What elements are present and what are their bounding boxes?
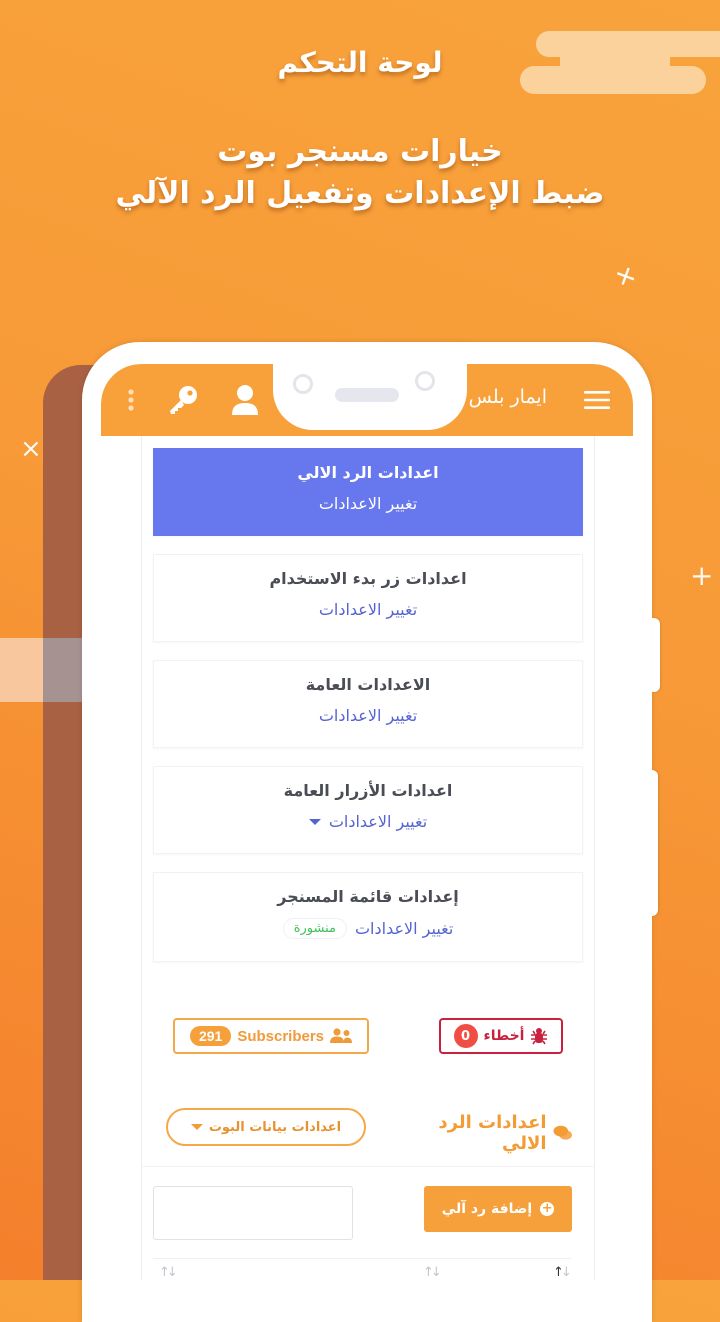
camera-dot	[415, 371, 435, 391]
sparkle-plus-icon: +	[690, 559, 714, 592]
more-options-button[interactable]	[113, 382, 149, 418]
sort-icon[interactable]: ↑↓	[553, 1265, 572, 1280]
phone-screen: ايمار بلس اعدادات الرد الالي تغيير الاعد…	[101, 364, 633, 1280]
sparkle-plus-icon: +	[609, 256, 643, 296]
change-settings-link[interactable]: تغيير الاعدادات منشورة	[154, 918, 582, 939]
search-input[interactable]	[153, 1186, 353, 1240]
card-title: اعدادات زر بدء الاستخدام	[269, 569, 467, 588]
settings-card-auto-reply[interactable]: اعدادات الرد الالي تغيير الاعدادات	[153, 448, 583, 536]
app-title: ايمار بلس	[468, 386, 547, 408]
camera-dot	[293, 374, 313, 394]
change-settings-link[interactable]: تغيير الاعدادات	[154, 494, 582, 513]
errors-button[interactable]: أخطاء 0	[439, 1018, 563, 1054]
promo-subtitle-line2: ضبط الإعدادات وتفعيل الرد الآلي	[115, 176, 605, 211]
caret-down-icon	[190, 1124, 203, 1130]
link-label: تغيير الاعدادات	[318, 600, 418, 619]
sparkle-x-icon: ×	[20, 434, 42, 464]
add-auto-reply-button[interactable]: + إضافة رد آلي	[424, 1186, 572, 1232]
section-title-text: اعدادات الرد الالي	[438, 1112, 547, 1154]
user-icon	[232, 385, 258, 415]
phone-side-button	[652, 618, 660, 692]
settings-card-general[interactable]: الاعدادات العامة تغيير الاعدادات	[153, 660, 583, 748]
settings-card-general-buttons[interactable]: اعدادات الأزرار العامة تغيير الاعدادات	[153, 766, 583, 854]
key-button[interactable]	[165, 382, 201, 418]
subscribers-button[interactable]: 291 Subscribers	[173, 1018, 369, 1054]
comments-icon	[553, 1125, 572, 1140]
phone-notch	[273, 364, 467, 430]
caret-down-icon	[308, 818, 321, 825]
card-title: اعدادات الرد الالي	[297, 463, 439, 482]
key-icon	[170, 386, 197, 414]
link-label: تغيير الاعدادات	[318, 706, 418, 725]
add-reply-label: إضافة رد آلي	[441, 1201, 533, 1217]
bot-data-settings-dropdown[interactable]: اعدادات بيانات البوت	[166, 1108, 366, 1146]
change-settings-link[interactable]: تغيير الاعدادات	[154, 706, 582, 725]
link-label: تغيير الاعدادات	[318, 494, 418, 513]
speaker-grille	[335, 388, 399, 402]
bug-icon	[531, 1028, 548, 1045]
menu-button[interactable]	[579, 382, 615, 418]
subscribers-count: 291	[189, 1026, 232, 1046]
users-icon	[330, 1028, 353, 1043]
link-label: تغيير الاعدادات	[354, 919, 454, 938]
sort-icon[interactable]: ↑↓	[159, 1265, 178, 1280]
link-label: تغيير الاعدادات	[328, 812, 428, 831]
divider	[142, 1166, 594, 1167]
phone-side-button	[652, 770, 658, 916]
plus-circle-icon: +	[540, 1201, 555, 1216]
change-settings-dropdown[interactable]: تغيير الاعدادات	[154, 812, 582, 831]
profile-button[interactable]	[227, 382, 263, 418]
change-settings-link[interactable]: تغيير الاعدادات	[154, 600, 582, 619]
settings-card-get-started[interactable]: اعدادات زر بدء الاستخدام تغيير الاعدادات	[153, 554, 583, 642]
card-title: إعدادات قائمة المسنجر	[277, 887, 459, 906]
more-vertical-icon	[128, 389, 134, 411]
promo-subtitle-line1: خيارات مسنجر بوت	[217, 134, 503, 169]
subscribers-label: Subscribers	[237, 1027, 325, 1045]
auto-reply-section-title: اعدادات الرد الالي	[392, 1112, 572, 1154]
errors-label: أخطاء	[483, 1028, 525, 1044]
promo-headline: لوحة التحكم	[277, 46, 443, 79]
bot-settings-label: اعدادات بيانات البوت	[208, 1119, 342, 1135]
settings-card-messenger-menu[interactable]: إعدادات قائمة المسنجر تغيير الاعدادات من…	[153, 872, 583, 962]
sort-icon[interactable]: ↑↓	[423, 1265, 442, 1280]
errors-count: 0	[453, 1024, 478, 1048]
card-title: اعدادات الأزرار العامة	[283, 781, 453, 800]
card-title: الاعدادات العامة	[305, 675, 431, 694]
table-header: ↑↓ ↑↓ ↑↓	[153, 1258, 572, 1280]
menu-icon	[584, 391, 610, 409]
status-badge: منشورة	[282, 918, 347, 939]
main-content: اعدادات الرد الالي تغيير الاعدادات اعداد…	[141, 436, 595, 1280]
